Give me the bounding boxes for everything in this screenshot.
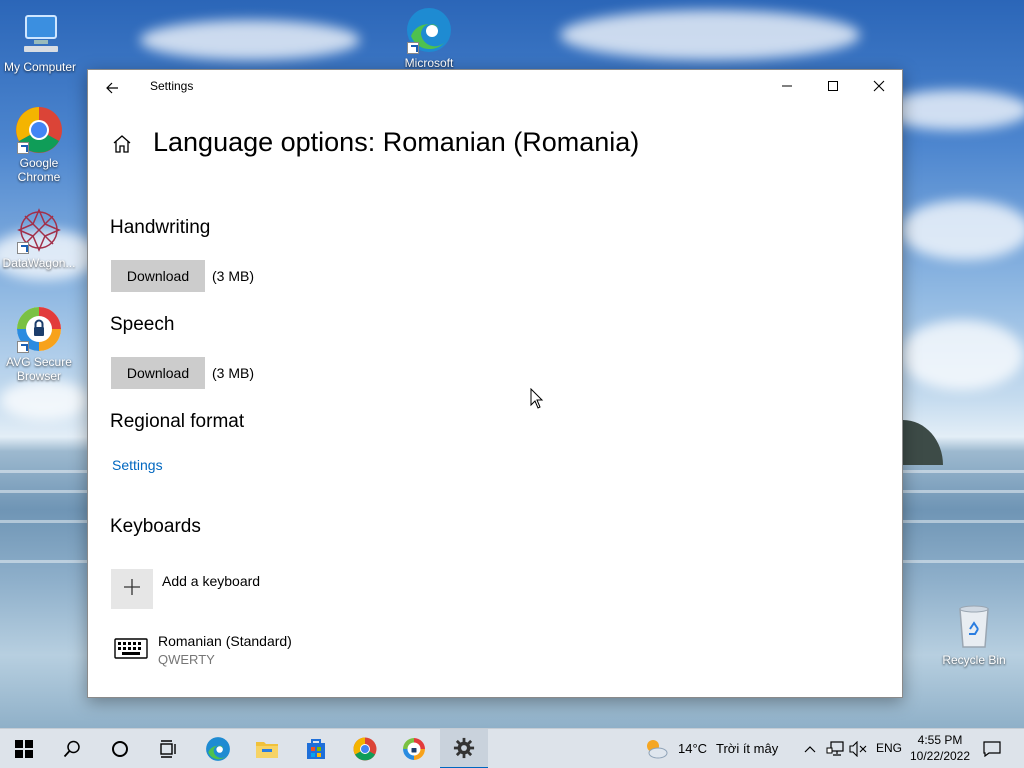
shortcut-arrow-icon bbox=[17, 142, 29, 154]
start-icon bbox=[15, 740, 33, 758]
keyboard-item-name[interactable]: Romanian (Standard) bbox=[158, 633, 292, 649]
mouse-cursor-icon bbox=[530, 387, 544, 410]
clock-date: 10/22/2022 bbox=[909, 749, 971, 763]
avg-browser-icon bbox=[15, 305, 63, 353]
desktop-icon-datawagon[interactable]: DataWagon... bbox=[0, 206, 79, 270]
handwriting-size: (3 MB) bbox=[212, 268, 254, 284]
notification-icon bbox=[983, 741, 1001, 757]
partly-cloudy-icon bbox=[647, 740, 668, 759]
task-view-button[interactable] bbox=[144, 729, 192, 768]
volume-muted-icon bbox=[849, 741, 867, 757]
desktop-icon-label: Google Chrome bbox=[17, 156, 61, 184]
search-icon bbox=[63, 740, 80, 758]
settings-window: Settings Language options: Romanian (Rom… bbox=[87, 69, 903, 698]
speech-download-button[interactable]: Download bbox=[111, 357, 205, 389]
desktop-icon-my-computer[interactable]: My Computer bbox=[0, 10, 80, 74]
keyboards-heading: Keyboards bbox=[110, 516, 201, 537]
home-icon[interactable] bbox=[110, 132, 134, 156]
volume-button[interactable] bbox=[846, 729, 870, 768]
desktop-icon-avg-secure-browser[interactable]: AVG Secure Browser bbox=[0, 305, 79, 383]
taskbar-avg-browser[interactable] bbox=[390, 729, 438, 768]
computer-icon bbox=[16, 10, 64, 58]
weather-description[interactable]: Trời ít mây bbox=[716, 741, 778, 756]
file-explorer-icon bbox=[256, 742, 278, 758]
shortcut-arrow-icon bbox=[17, 341, 29, 353]
clock-time: 4:55 PM bbox=[917, 733, 963, 747]
task-view-icon bbox=[160, 740, 176, 758]
close-button[interactable] bbox=[856, 70, 902, 102]
shortcut-arrow-icon bbox=[407, 42, 419, 54]
plus-icon bbox=[122, 577, 142, 602]
close-icon bbox=[873, 80, 885, 92]
page-title: Language options: Romanian (Romania) bbox=[153, 127, 640, 157]
cortana-icon bbox=[112, 741, 128, 757]
shortcut-arrow-icon bbox=[17, 242, 29, 254]
add-keyboard-label[interactable]: Add a keyboard bbox=[162, 573, 260, 589]
search-button[interactable] bbox=[48, 729, 96, 768]
desktop-icon-label: My Computer bbox=[3, 60, 77, 74]
show-hidden-icons-button[interactable] bbox=[798, 729, 822, 768]
datawagon-icon bbox=[15, 206, 63, 254]
speech-heading: Speech bbox=[110, 314, 175, 335]
network-button[interactable] bbox=[822, 729, 848, 768]
window-title: Settings bbox=[150, 79, 194, 93]
weather-temperature[interactable]: 14°C bbox=[678, 741, 707, 756]
taskbar-clock[interactable]: 4:55 PM 10/22/2022 bbox=[906, 732, 974, 764]
avg-browser-icon bbox=[403, 738, 425, 760]
taskbar: 14°C Trời ít mây ENG 4:55 PM 10/22/2022 bbox=[0, 728, 1024, 768]
keyboard-item-layout: QWERTY bbox=[158, 652, 215, 667]
speech-size: (3 MB) bbox=[212, 365, 254, 381]
window-titlebar[interactable]: Settings bbox=[88, 70, 902, 102]
minimize-button[interactable] bbox=[764, 70, 810, 102]
desktop-icon-microsoft-edge[interactable]: Microsoft bbox=[389, 6, 469, 70]
notifications-button[interactable] bbox=[978, 729, 1006, 768]
taskbar-chrome[interactable] bbox=[341, 729, 389, 768]
maximize-icon bbox=[828, 80, 838, 91]
settings-icon bbox=[453, 737, 475, 759]
back-button[interactable] bbox=[98, 74, 126, 100]
input-language-indicator[interactable]: ENG bbox=[876, 741, 902, 755]
handwriting-heading: Handwriting bbox=[110, 217, 211, 238]
recycle-bin-icon bbox=[950, 603, 998, 651]
store-icon bbox=[307, 739, 325, 759]
desktop-icon-google-chrome[interactable]: Google Chrome bbox=[0, 106, 79, 184]
keyboard-icon bbox=[114, 636, 148, 660]
desktop-icon-label: DataWagon... bbox=[2, 256, 76, 270]
start-button[interactable] bbox=[0, 729, 48, 768]
taskbar-file-explorer[interactable] bbox=[243, 729, 291, 768]
chevron-up-icon bbox=[804, 746, 816, 753]
desktop-icon-recycle-bin[interactable]: Recycle Bin bbox=[934, 603, 1014, 667]
chrome-icon bbox=[15, 106, 63, 154]
edge-icon bbox=[405, 6, 453, 54]
weather-widget[interactable] bbox=[632, 729, 680, 768]
add-keyboard-button[interactable] bbox=[111, 569, 153, 609]
cortana-button[interactable] bbox=[96, 729, 144, 768]
desktop-icon-label: Recycle Bin bbox=[942, 653, 1006, 667]
chrome-icon bbox=[353, 737, 377, 761]
minimize-icon bbox=[782, 85, 792, 87]
taskbar-edge[interactable] bbox=[194, 729, 242, 768]
maximize-button[interactable] bbox=[810, 70, 856, 102]
back-arrow-icon bbox=[106, 82, 118, 94]
desktop-icon-label: Microsoft bbox=[404, 56, 454, 70]
desktop-icon-label: AVG Secure Browser bbox=[6, 355, 72, 383]
edge-icon bbox=[206, 737, 230, 761]
regional-format-heading: Regional format bbox=[110, 411, 245, 432]
regional-settings-link[interactable]: Settings bbox=[112, 457, 163, 473]
taskbar-settings[interactable] bbox=[440, 729, 488, 768]
network-icon bbox=[826, 741, 844, 756]
taskbar-store[interactable] bbox=[292, 729, 340, 768]
handwriting-download-button[interactable]: Download bbox=[111, 260, 205, 292]
